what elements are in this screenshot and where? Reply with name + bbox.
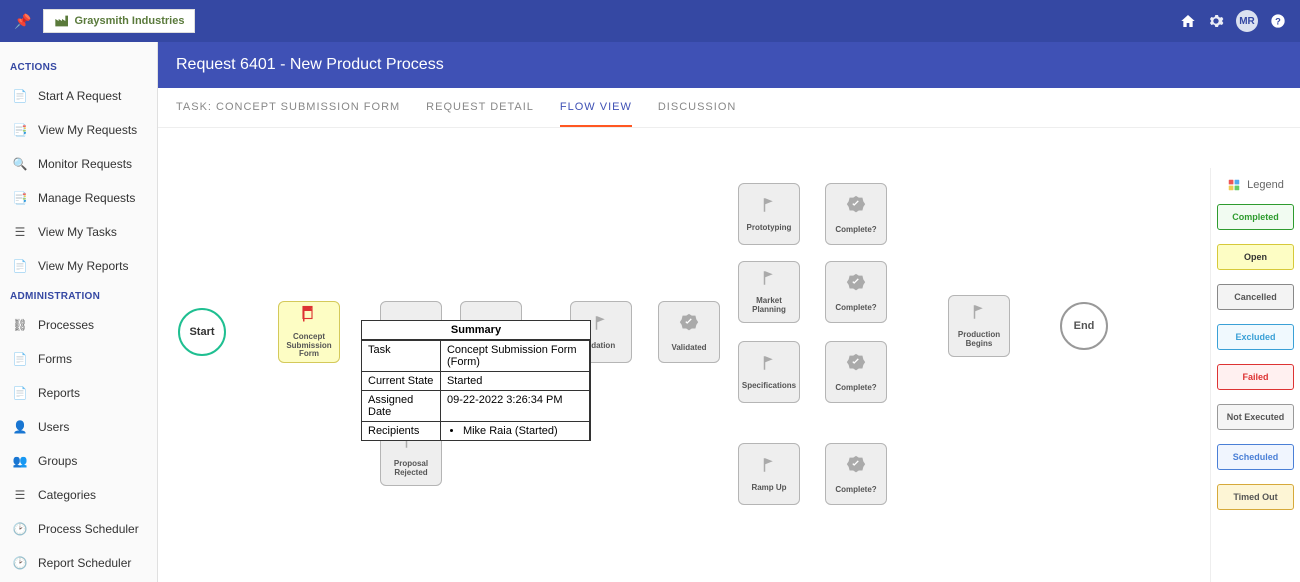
help-icon[interactable]: ?	[1270, 13, 1286, 29]
node-tooltip: Summary TaskConcept Submission Form (For…	[361, 320, 591, 441]
legend-title: Legend	[1217, 178, 1294, 192]
clock2-icon: 🕑	[12, 555, 28, 571]
legend-panel: Legend Completed Open Cancelled Excluded…	[1210, 168, 1300, 582]
flow-end-node[interactable]: End	[1060, 302, 1108, 350]
factory-icon	[54, 13, 70, 29]
group-icon: 👥	[12, 453, 28, 469]
svg-text:?: ?	[1275, 16, 1281, 26]
legend-icon	[1227, 178, 1241, 192]
sidebar-item-forms[interactable]: 📄Forms	[0, 342, 157, 376]
search-doc-icon: 🔍	[12, 156, 28, 172]
form-icon: 📄	[12, 351, 28, 367]
sidebar-heading-admin: ADMINISTRATION	[0, 283, 157, 308]
node-complete-2[interactable]: Complete?	[825, 261, 887, 323]
node-validated[interactable]: Validated	[658, 301, 720, 363]
sidebar-item-reports[interactable]: 📄Reports	[0, 376, 157, 410]
legend-not-executed[interactable]: Not Executed	[1217, 404, 1294, 430]
tooltip-title: Summary	[362, 321, 590, 340]
report2-icon: 📄	[12, 385, 28, 401]
legend-cancelled[interactable]: Cancelled	[1217, 284, 1294, 310]
report-icon: 📄	[12, 258, 28, 274]
flow-start-node[interactable]: Start	[178, 308, 226, 356]
sidebar-item-view-requests[interactable]: 📑View My Requests	[0, 113, 157, 147]
node-specifications[interactable]: Specifications	[738, 341, 800, 403]
legend-excluded[interactable]: Excluded	[1217, 324, 1294, 350]
page-title: Request 6401 - New Product Process	[158, 42, 1300, 88]
pin-icon[interactable]: 📌	[14, 13, 31, 30]
legend-completed[interactable]: Completed	[1217, 204, 1294, 230]
badge-icon	[845, 352, 867, 379]
node-complete-3[interactable]: Complete?	[825, 341, 887, 403]
brand-logo[interactable]: Graysmith Industries	[43, 9, 195, 33]
home-icon[interactable]	[1180, 13, 1196, 29]
sidebar-item-categories[interactable]: ☰Categories	[0, 478, 157, 512]
main: Request 6401 - New Product Process TASK:…	[158, 42, 1300, 582]
top-bar: 📌 Graysmith Industries MR ?	[0, 0, 1300, 42]
copy-icon: 📑	[12, 122, 28, 138]
node-complete-4[interactable]: Complete?	[825, 443, 887, 505]
legend-timed-out[interactable]: Timed Out	[1217, 484, 1294, 510]
legend-failed[interactable]: Failed	[1217, 364, 1294, 390]
sidebar-item-view-tasks[interactable]: ☰View My Tasks	[0, 215, 157, 249]
badge-icon	[845, 194, 867, 221]
flag-icon	[970, 303, 988, 326]
user-icon: 👤	[12, 419, 28, 435]
badge-icon	[678, 312, 700, 339]
flag-icon	[760, 354, 778, 377]
legend-open[interactable]: Open	[1217, 244, 1294, 270]
stack-icon: 📑	[12, 190, 28, 206]
node-prototyping[interactable]: Prototyping	[738, 183, 800, 245]
sidebar-item-view-reports[interactable]: 📄View My Reports	[0, 249, 157, 283]
flow-canvas[interactable]: Start End Concept Submission Form lidati…	[158, 128, 1300, 582]
sidebar-item-users[interactable]: 👤Users	[0, 410, 157, 444]
sidebar-item-manage-requests[interactable]: 📑Manage Requests	[0, 181, 157, 215]
tree-icon: ⛓	[12, 317, 28, 333]
brand-text: Graysmith Industries	[74, 15, 184, 27]
sidebar-item-process-scheduler[interactable]: 🕑Process Scheduler	[0, 512, 157, 546]
flag-icon	[760, 456, 778, 479]
sidebar-heading-actions: ACTIONS	[0, 54, 157, 79]
clock-icon: 🕑	[12, 521, 28, 537]
tab-request-detail[interactable]: REQUEST DETAIL	[426, 89, 534, 127]
sidebar-item-processes[interactable]: ⛓Processes	[0, 308, 157, 342]
sidebar-item-groups[interactable]: 👥Groups	[0, 444, 157, 478]
flag-icon	[760, 196, 778, 219]
tab-task[interactable]: TASK: CONCEPT SUBMISSION FORM	[176, 89, 400, 127]
sidebar-item-report-scheduler[interactable]: 🕑Report Scheduler	[0, 546, 157, 580]
node-market-planning[interactable]: Market Planning	[738, 261, 800, 323]
node-production-begins[interactable]: Production Begins	[948, 295, 1010, 357]
badge-icon	[845, 454, 867, 481]
flag-icon	[760, 269, 778, 292]
list-icon: ☰	[12, 487, 28, 503]
tabs: TASK: CONCEPT SUBMISSION FORM REQUEST DE…	[158, 88, 1300, 128]
tab-discussion[interactable]: DISCUSSION	[658, 89, 736, 127]
legend-scheduled[interactable]: Scheduled	[1217, 444, 1294, 470]
tab-flow-view[interactable]: FLOW VIEW	[560, 89, 632, 127]
tasks-icon: ☰	[12, 224, 28, 240]
tooltip-table: TaskConcept Submission Form (Form) Curre…	[362, 340, 590, 440]
gear-icon[interactable]	[1208, 13, 1224, 29]
node-ramp-up[interactable]: Ramp Up	[738, 443, 800, 505]
user-avatar[interactable]: MR	[1236, 10, 1258, 32]
sidebar-item-monitor-requests[interactable]: 🔍Monitor Requests	[0, 147, 157, 181]
sidebar-item-start-request[interactable]: 📄Start A Request	[0, 79, 157, 113]
form-icon	[300, 305, 318, 328]
node-concept-submission[interactable]: Concept Submission Form	[278, 301, 340, 363]
flag-icon	[592, 314, 610, 337]
sidebar: ACTIONS 📄Start A Request 📑View My Reques…	[0, 42, 158, 582]
doc-icon: 📄	[12, 88, 28, 104]
flow-connectors	[158, 128, 458, 278]
badge-icon	[845, 272, 867, 299]
node-complete-1[interactable]: Complete?	[825, 183, 887, 245]
